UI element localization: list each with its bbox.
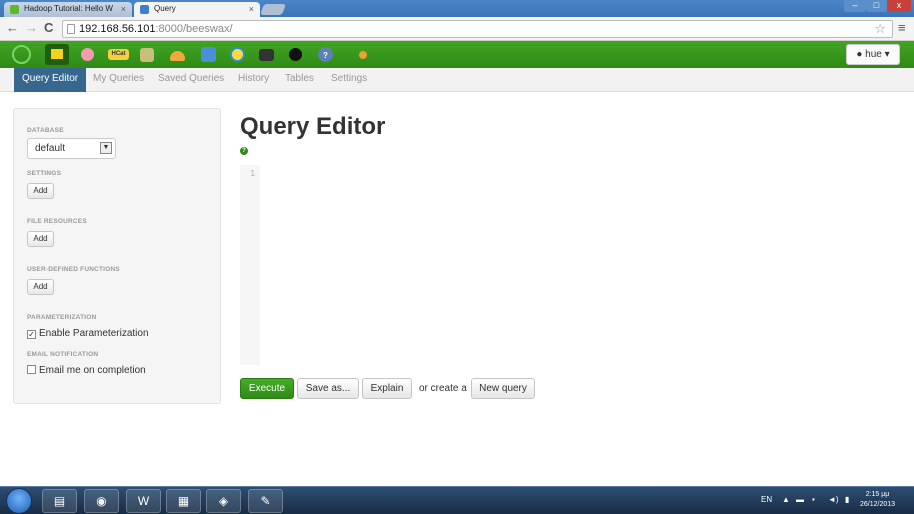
explain-button[interactable]: Explain xyxy=(362,378,412,399)
save-as-button[interactable]: Save as... xyxy=(297,378,359,399)
system-clock[interactable]: 2:15 μμ 26/12/2013 xyxy=(860,490,895,510)
add-udf-button[interactable]: Add xyxy=(27,279,54,295)
address-host: 192.168.56.101 xyxy=(79,23,156,35)
settings-icon[interactable] xyxy=(359,51,367,59)
shell-icon[interactable] xyxy=(201,47,216,62)
database-value: default xyxy=(35,143,66,154)
checkbox-unchecked-icon[interactable] xyxy=(27,365,36,374)
language-indicator[interactable]: EN xyxy=(761,495,772,504)
hue-favicon-icon xyxy=(10,5,19,14)
action-center-tray-icon[interactable]: ▮ xyxy=(845,495,849,504)
tab-tables[interactable]: Tables xyxy=(285,68,314,92)
checkbox-label: Enable Parameterization xyxy=(39,328,149,339)
clock-time: 2:15 μμ xyxy=(865,491,890,498)
user-icon: ● xyxy=(856,49,863,60)
tab-saved-queries[interactable]: Saved Queries xyxy=(158,68,224,92)
tab-title: Hadoop Tutorial: Hello W xyxy=(24,4,113,13)
volume-tray-icon[interactable]: ◄) xyxy=(828,495,839,504)
close-tab-icon[interactable]: × xyxy=(121,2,126,16)
maximize-window-button[interactable]: □ xyxy=(866,0,887,12)
user-menu-button[interactable]: ● hue ▾ xyxy=(846,44,900,65)
clock-date: 26/12/2013 xyxy=(860,501,896,508)
reload-icon[interactable]: C xyxy=(44,21,53,35)
hcat-icon[interactable]: HCat xyxy=(108,49,129,60)
page-title: Query Editor xyxy=(240,113,386,140)
bookmark-star-icon[interactable]: ☆ xyxy=(874,21,886,37)
tab-settings[interactable]: Settings xyxy=(331,68,367,92)
database-select[interactable]: default ▼ xyxy=(27,138,116,159)
paint-icon[interactable]: ✎ xyxy=(248,489,283,513)
hue-app-bar: HCat ? ● hue ▾ xyxy=(0,41,914,68)
terminal-icon[interactable] xyxy=(259,49,274,61)
checkbox-checked-icon[interactable]: ✓ xyxy=(27,330,36,339)
browser-tab-strip: Hadoop Tutorial: Hello W × Query × – □ x xyxy=(0,0,914,17)
chrome-icon[interactable]: ◉ xyxy=(84,489,119,513)
virtualbox-icon[interactable]: ◈ xyxy=(206,489,241,513)
network-tray-icon[interactable]: ▬ xyxy=(796,495,804,504)
caret-down-icon: ▾ xyxy=(884,49,890,60)
email-notification-label: EMAIL NOTIFICATION xyxy=(27,351,99,358)
tab-query-editor[interactable]: Query Editor xyxy=(14,68,87,92)
user-name: hue xyxy=(865,49,882,60)
settings-label: SETTINGS xyxy=(27,170,62,177)
forward-arrow-icon[interactable]: → xyxy=(25,21,38,35)
add-file-resource-button[interactable]: Add xyxy=(27,231,54,247)
checkbox-label: Email me on completion xyxy=(39,365,146,376)
oozie-icon[interactable] xyxy=(170,51,185,61)
beeswax-subnav: Query Editor My Queries Saved Queries Hi… xyxy=(0,68,914,92)
email-on-completion-checkbox[interactable]: Email me on completion xyxy=(27,365,146,376)
execute-button[interactable]: Execute xyxy=(240,378,294,399)
network-monitor-icon[interactable]: ▦ xyxy=(166,489,201,513)
explorer-icon[interactable]: ▤ xyxy=(42,489,77,513)
new-tab-button[interactable] xyxy=(259,4,287,15)
tab-my-queries[interactable]: My Queries xyxy=(93,68,144,92)
query-editor-gutter[interactable]: 1 xyxy=(240,165,260,365)
show-hidden-icons-icon[interactable]: ▲ xyxy=(782,495,790,504)
file-resources-label: FILE RESOURCES xyxy=(27,218,87,225)
address-path: :8000/beeswax/ xyxy=(155,23,233,35)
start-button-icon[interactable] xyxy=(6,488,32,514)
database-label: DATABASE xyxy=(27,127,64,134)
help-icon[interactable]: ? xyxy=(318,47,333,62)
page-icon xyxy=(67,24,75,34)
new-query-button[interactable]: New query xyxy=(471,378,535,399)
browser-tab-query[interactable]: Query × xyxy=(134,2,260,17)
word-icon[interactable]: W xyxy=(126,489,161,513)
help-icon[interactable]: ? xyxy=(240,147,248,155)
beeswax-icon[interactable] xyxy=(230,47,245,62)
flag-tray-icon[interactable]: ▪ xyxy=(812,495,815,504)
add-setting-button[interactable]: Add xyxy=(27,183,54,199)
close-tab-icon[interactable]: × xyxy=(249,2,254,16)
tab-title: Query xyxy=(154,4,176,13)
udf-label: USER-DEFINED FUNCTIONS xyxy=(27,266,120,273)
job-designer-icon[interactable] xyxy=(140,48,154,62)
enable-parameterization-checkbox[interactable]: ✓ Enable Parameterization xyxy=(27,328,149,339)
line-number: 1 xyxy=(250,169,255,178)
chrome-menu-icon[interactable]: ≡ xyxy=(898,21,906,35)
minimize-window-button[interactable]: – xyxy=(844,0,866,12)
address-bar[interactable]: 192.168.56.101:8000/beeswax/ ☆ xyxy=(62,20,893,38)
dropdown-arrow-icon: ▼ xyxy=(100,142,112,154)
browser-toolbar: ← → C 192.168.56.101:8000/beeswax/ ☆ ≡ xyxy=(0,17,914,41)
close-window-button[interactable]: x xyxy=(887,0,911,12)
parameterization-label: PARAMETERIZATION xyxy=(27,314,97,321)
hue-favicon-icon xyxy=(140,5,149,14)
file-browser-icon[interactable] xyxy=(45,44,69,65)
browser-tab-hadoop-tutorial[interactable]: Hadoop Tutorial: Hello W × xyxy=(4,2,132,17)
query-settings-sidebar: DATABASE default ▼ SETTINGS Add FILE RES… xyxy=(13,108,221,404)
hue-home-icon[interactable] xyxy=(12,45,31,64)
or-create-text: or create a xyxy=(419,383,467,394)
tab-history[interactable]: History xyxy=(238,68,269,92)
pig-icon[interactable] xyxy=(81,48,94,61)
back-arrow-icon[interactable]: ← xyxy=(6,21,19,35)
user-admin-icon[interactable] xyxy=(289,48,302,61)
windows-taskbar: ▤ ◉ W ▦ ◈ ✎ EN ▲ ▬ ▪ ◄) ▮ 2:15 μμ 26/12/… xyxy=(0,486,914,514)
